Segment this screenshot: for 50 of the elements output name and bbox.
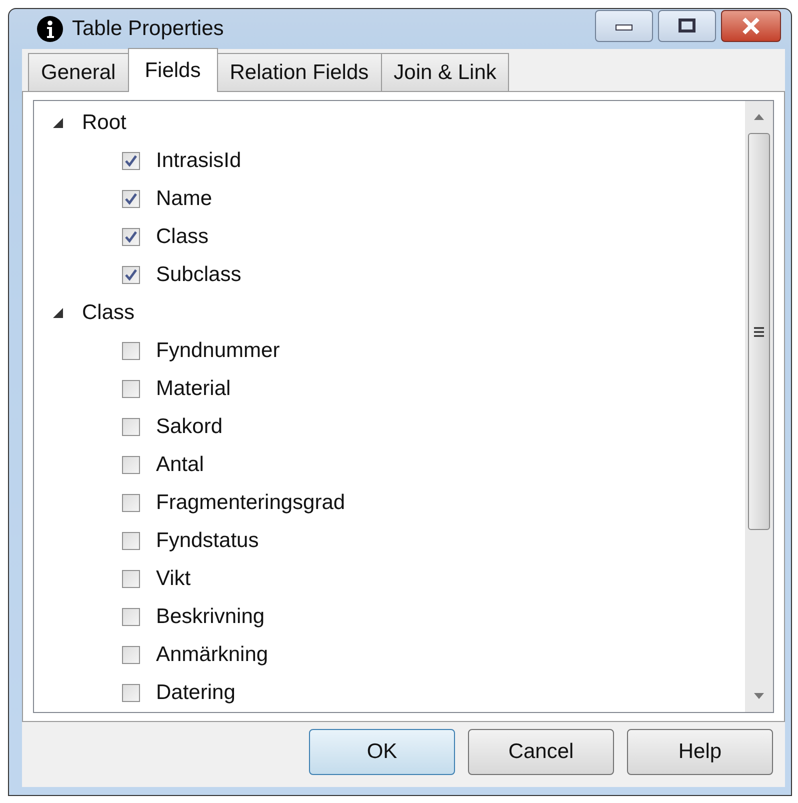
checkbox[interactable] (122, 342, 140, 360)
checkbox[interactable] (122, 570, 140, 588)
info-icon (36, 15, 64, 43)
maximize-icon (677, 18, 697, 34)
vertical-scrollbar[interactable] (745, 101, 773, 712)
scrollbar-thumb[interactable] (748, 133, 770, 530)
dialog-button[interactable]: Cancel (468, 729, 614, 775)
checkbox[interactable] (122, 684, 140, 702)
field-label[interactable]: Sakord (156, 415, 223, 439)
checkbox[interactable] (122, 608, 140, 626)
field-label[interactable]: Material (156, 377, 231, 401)
field-label[interactable]: Beskrivning (156, 605, 265, 629)
dialog-button[interactable]: OK (309, 729, 455, 775)
tree-node-label[interactable]: Root (82, 111, 126, 135)
maximize-button[interactable] (658, 10, 716, 42)
checkbox[interactable] (122, 532, 140, 550)
collapse-triangle-icon[interactable] (52, 117, 64, 129)
minimize-button[interactable] (595, 10, 653, 42)
field-label[interactable]: Anmärkning (156, 643, 268, 667)
checkbox[interactable] (122, 418, 140, 436)
checkbox[interactable] (122, 228, 140, 246)
checkbox[interactable] (122, 380, 140, 398)
tab[interactable]: Join & Link (380, 53, 510, 91)
tab[interactable]: Fields (128, 48, 218, 92)
checkbox[interactable] (122, 494, 140, 512)
field-label[interactable]: Fyndnummer (156, 339, 280, 363)
field-label[interactable]: IntrasisId (156, 149, 242, 173)
field-label[interactable]: Subclass (156, 263, 242, 287)
tree-node-label[interactable]: Class (82, 301, 135, 325)
field-label[interactable]: Fragmenteringsgrad (156, 491, 346, 515)
field-label[interactable]: Datering (156, 681, 236, 705)
scroll-up-icon[interactable] (753, 113, 765, 121)
window-title: Table Properties (72, 17, 224, 41)
close-button[interactable] (721, 10, 781, 42)
checkbox[interactable] (122, 266, 140, 284)
checkbox[interactable] (122, 190, 140, 208)
field-label[interactable]: Antal (156, 453, 204, 477)
dialog-button[interactable]: Help (627, 729, 773, 775)
tab[interactable]: General (28, 53, 129, 91)
grip-icon (753, 326, 765, 338)
field-label[interactable]: Vikt (156, 567, 191, 591)
field-label[interactable]: Name (156, 187, 212, 211)
scroll-down-icon[interactable] (753, 692, 765, 700)
checkbox[interactable] (122, 152, 140, 170)
field-label[interactable]: Fyndstatus (156, 529, 259, 553)
collapse-triangle-icon[interactable] (52, 307, 64, 319)
tab[interactable]: Relation Fields (216, 53, 382, 91)
checkbox[interactable] (122, 646, 140, 664)
field-label[interactable]: Class (156, 225, 209, 249)
checkbox[interactable] (122, 456, 140, 474)
